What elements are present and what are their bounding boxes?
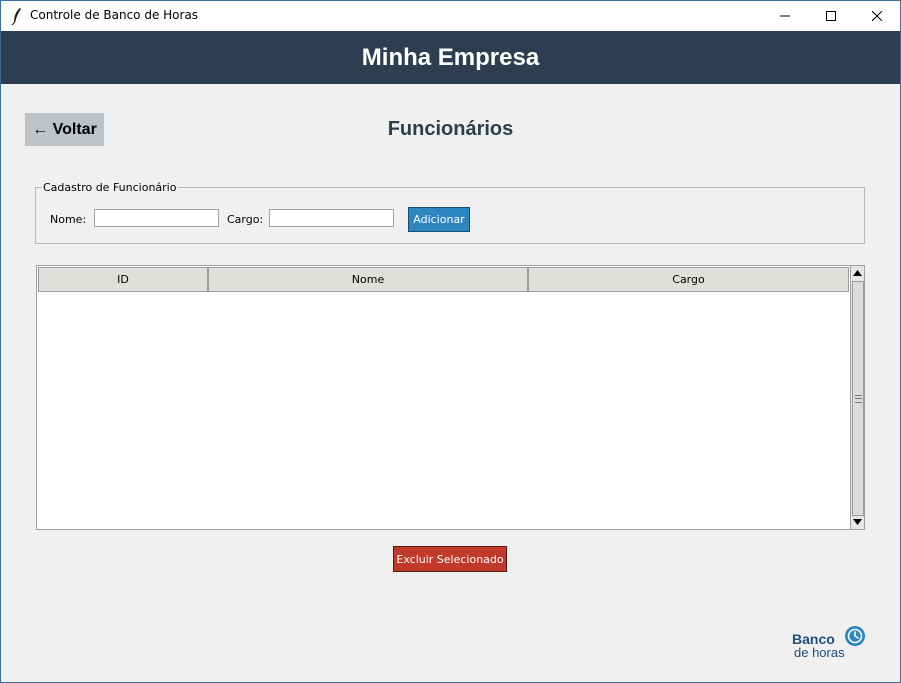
window-titlebar[interactable]: Controle de Banco de Horas bbox=[1, 1, 900, 31]
app-window: Controle de Banco de Horas Minha Empresa… bbox=[0, 0, 901, 683]
arrow-down-icon bbox=[853, 519, 862, 525]
minimize-button[interactable] bbox=[762, 1, 808, 31]
employee-table[interactable]: ID Nome Cargo bbox=[36, 265, 865, 530]
cargo-label: Cargo: bbox=[227, 213, 264, 226]
table-scrollbar[interactable] bbox=[850, 265, 865, 530]
close-icon bbox=[872, 11, 882, 21]
cargo-input[interactable] bbox=[269, 209, 394, 227]
company-header: Minha Empresa bbox=[1, 31, 900, 84]
nome-label: Nome: bbox=[50, 213, 87, 226]
maximize-button[interactable] bbox=[808, 1, 854, 31]
page-title: Funcionários bbox=[387, 118, 514, 140]
column-header-cargo[interactable]: Cargo bbox=[528, 267, 849, 292]
scroll-down-button[interactable] bbox=[851, 515, 864, 529]
column-header-id[interactable]: ID bbox=[38, 267, 208, 292]
grip-icon bbox=[855, 395, 862, 403]
clock-icon bbox=[845, 626, 865, 646]
add-button[interactable]: Adicionar bbox=[408, 207, 470, 232]
close-button[interactable] bbox=[854, 1, 900, 31]
company-name: Minha Empresa bbox=[361, 44, 540, 71]
minimize-icon bbox=[780, 15, 790, 17]
maximize-icon bbox=[826, 11, 836, 21]
scroll-thumb[interactable] bbox=[852, 281, 864, 516]
logo-text-de-horas: de horas bbox=[794, 645, 845, 660]
arrow-up-icon bbox=[853, 270, 862, 276]
form-legend: Cadastro de Funcionário bbox=[41, 181, 179, 194]
scroll-up-button[interactable] bbox=[851, 266, 864, 280]
back-button[interactable]: ← Voltar bbox=[25, 113, 104, 146]
window-title: Controle de Banco de Horas bbox=[30, 8, 199, 22]
delete-selected-button[interactable]: Excluir Selecionado bbox=[393, 546, 507, 572]
banco-de-horas-logo: Banco de horas bbox=[791, 623, 871, 661]
feather-icon bbox=[10, 7, 24, 26]
column-header-nome[interactable]: Nome bbox=[208, 267, 528, 292]
nome-input[interactable] bbox=[94, 209, 219, 227]
